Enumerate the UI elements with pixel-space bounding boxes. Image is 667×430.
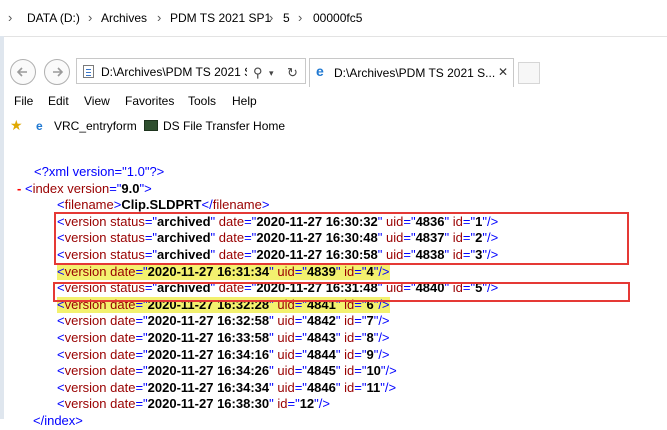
menu-file[interactable]: File: [14, 94, 33, 108]
menu-tools[interactable]: Tools: [188, 94, 216, 108]
xml-index-close: </index>: [33, 413, 83, 428]
breadcrumb-item-drive[interactable]: DATA (D:): [27, 11, 80, 25]
chevron-right-icon: ›: [269, 10, 274, 25]
search-icon[interactable]: ⚲: [253, 65, 263, 81]
chevron-right-icon: ›: [88, 10, 93, 25]
menu-help[interactable]: Help: [232, 94, 257, 108]
forward-arrow-icon: [53, 67, 64, 77]
xml-declaration: <?xml version="1.0"?>: [34, 164, 165, 179]
folder-icon: [144, 120, 158, 131]
menu-view[interactable]: View: [84, 94, 110, 108]
xml-version-row: <version date="2020-11-27 16:38:30" id="…: [57, 396, 331, 412]
dropdown-arrow-icon[interactable]: ▾: [269, 68, 274, 79]
chevron-right-icon: ›: [298, 10, 303, 25]
xml-filename: <filename>Clip.SLDPRT</filename>: [57, 197, 270, 213]
internet-explorer-icon: e: [36, 119, 43, 133]
chevron-right-icon: ›: [157, 10, 162, 25]
address-bar[interactable]: D:\Archives\PDM TS 2021 SP ⚲ ▾ ↻: [76, 58, 306, 84]
menu-favorites[interactable]: Favorites: [125, 94, 174, 108]
xml-version-row: <version date="2020-11-27 16:33:58" uid=…: [57, 330, 390, 345]
internet-explorer-icon: e: [316, 63, 324, 79]
breadcrumb-item-folder[interactable]: 00000fc5: [313, 11, 362, 25]
highlight-box-archived-1-3: [54, 212, 629, 265]
breadcrumb-item-archives[interactable]: Archives: [101, 11, 147, 25]
favorite-link-ds[interactable]: DS File Transfer Home: [163, 119, 285, 133]
browser-tab[interactable]: e D:\Archives\PDM TS 2021 S... ✕: [309, 58, 514, 87]
back-button[interactable]: [10, 59, 36, 85]
favorite-link-vrc[interactable]: VRC_entryform: [54, 119, 137, 133]
address-row: D:\Archives\PDM TS 2021 SP ⚲ ▾ ↻ e D:\Ar…: [4, 55, 667, 93]
forward-button[interactable]: [44, 59, 70, 85]
address-text: D:\Archives\PDM TS 2021 SP: [101, 65, 247, 79]
refresh-icon[interactable]: ↻: [287, 65, 298, 81]
xml-version-row: <version date="2020-11-27 16:34:34" uid=…: [57, 379, 397, 395]
back-arrow-icon: [16, 67, 27, 77]
breadcrumb: › DATA (D:) › Archives › PDM TS 2021 SP1…: [0, 0, 667, 37]
breadcrumb-item-5[interactable]: 5: [283, 11, 290, 25]
favorites-bar: ★ e VRC_entryform DS File Transfer Home: [4, 115, 667, 139]
xml-version-row: <version date="2020-11-27 16:34:16" uid=…: [57, 346, 390, 362]
xml-version-row: <version date="2020-11-27 16:34:26" uid=…: [57, 363, 397, 379]
chevron-right-icon: ›: [8, 10, 13, 25]
menu-edit[interactable]: Edit: [48, 94, 69, 108]
page-icon: [83, 65, 94, 78]
xml-version-row: <version date="2020-11-27 16:31:34" uid=…: [57, 263, 390, 280]
tab-title: D:\Archives\PDM TS 2021 S...: [334, 66, 496, 80]
close-tab-icon[interactable]: ✕: [498, 65, 508, 79]
new-tab-button[interactable]: [518, 62, 540, 84]
favorites-star-icon[interactable]: ★: [10, 117, 23, 134]
highlight-box-archived-5: [53, 282, 630, 302]
xml-index-open: - <index version="9.0">: [17, 180, 152, 196]
menu-bar: File Edit View Favorites Tools Help: [4, 92, 667, 112]
xml-version-row: <version date="2020-11-27 16:32:58" uid=…: [57, 313, 390, 329]
breadcrumb-item-pdm[interactable]: PDM TS 2021 SP1: [170, 11, 271, 25]
